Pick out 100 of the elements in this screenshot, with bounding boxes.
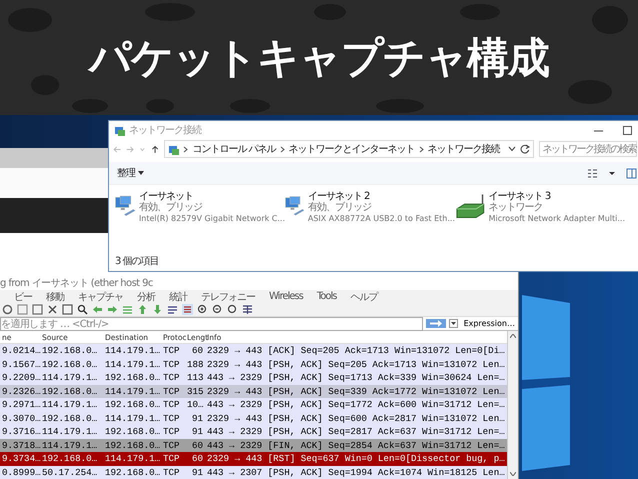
- table-cell-text: 91: [190, 412, 204, 424]
- caret-icon: [138, 171, 144, 175]
- connection-status: 有効、ブリッジ: [138, 202, 204, 213]
- right-arrow-icon[interactable]: [107, 304, 118, 315]
- maximize-icon[interactable]: [622, 124, 633, 136]
- packet-row[interactable]: 9.3716…114.179.1… 192.168.0… TCP 91 443 → 2329 [PSH, ACK] Seq=2817 Ack=637 Win=31712 Len=…: [0, 425, 507, 438]
- connection-status: ネットワーク: [488, 202, 544, 213]
- caret-icon: [450, 322, 456, 325]
- menu-item[interactable]: ヘルプ: [350, 290, 378, 304]
- item-count: 3 個の項目: [114, 255, 160, 269]
- packet-row[interactable]: 9.2326…192.168.0… 114.179.1… TCP 315 2329 → 443 [PSH, ACK] Seq=339 Ack=1772 Win=131072 Len…: [0, 384, 507, 398]
- gear-icon[interactable]: [2, 304, 13, 315]
- connection-item[interactable]: イーサネット 3 ネットワーク Microsoft Network Adapter Multi...: [455, 191, 625, 224]
- preview-pane-icon[interactable]: [626, 168, 637, 178]
- table-cell-text: 114.179.1…: [104, 386, 161, 397]
- banner-title: パケットキャプチャ構成: [89, 32, 549, 84]
- filter-field[interactable]: を適用します … <Ctrl-/>: [0, 316, 423, 330]
- table-cell-text: 9.2326…: [1, 386, 40, 397]
- table-cell-text: 192.168.0…: [41, 345, 98, 356]
- menu-item[interactable]: 移動: [46, 290, 64, 304]
- connection-item[interactable]: イーサネット 有効、ブリッジ Intel(R) 82579V Gigabit Network C...: [115, 191, 285, 224]
- down-arrow-icon[interactable]: [152, 304, 163, 315]
- menu-item[interactable]: Tools: [316, 291, 336, 302]
- table-cell-text: 9.3070…: [1, 412, 40, 424]
- table-cell-text: TCP: [162, 345, 181, 356]
- table-cell-text: 50.17.254…: [41, 466, 98, 478]
- table-cell-text: 60: [190, 345, 204, 356]
- table-cell-text: TCP: [162, 466, 181, 478]
- menu-item[interactable]: キャプチャ: [78, 290, 123, 304]
- organize-button[interactable]: 整理: [117, 166, 144, 180]
- view-options-icon[interactable]: [587, 168, 598, 178]
- caret-icon[interactable]: [508, 146, 516, 152]
- table-cell-text: 443 → 2329 [PSH, ACK] Seq=1713 Ack=339 Win=30624 Len=…: [206, 372, 506, 384]
- table-cell-text: TCP: [162, 386, 181, 397]
- table-cell-text: TCP: [162, 358, 181, 370]
- breadcrumb-item[interactable]: コントロール パネル: [192, 142, 276, 156]
- dropdown-button[interactable]: [448, 319, 458, 328]
- breadcrumb-item[interactable]: ネットワークとインターネット: [288, 142, 414, 156]
- zoom-in-icon[interactable]: [197, 304, 208, 315]
- table-cell-text: 114.179.1…: [41, 372, 98, 384]
- table-cell-text: 91: [190, 426, 204, 438]
- table-cell-text: TCP: [162, 453, 181, 464]
- table-cell-text: 9.3716…: [1, 426, 40, 438]
- table-cell-text: 60: [190, 453, 204, 464]
- up-arrow-icon[interactable]: [151, 144, 160, 154]
- packet-row[interactable]: 9.1567…192.168.0… 114.179.1… TCP 188 2329 → 443 [PSH, ACK] Seq=205 Ack=1713 Win=131072 Len…: [0, 358, 507, 371]
- packet-row[interactable]: 9.3070…192.168.0… 114.179.1… TCP 91 2329 → 443 [PSH, ACK] Seq=600 Ack=2817 Win=131072 Len…: [0, 412, 507, 425]
- close-icon[interactable]: [47, 304, 58, 315]
- table-cell-text: 113: [186, 372, 205, 384]
- table-cell-text: 192.168.0…: [104, 372, 161, 384]
- refresh-icon[interactable]: [520, 144, 530, 154]
- table-cell-text: 114.179.1…: [41, 399, 98, 410]
- search-field[interactable]: ネットワーク接続の検索: [538, 141, 637, 157]
- connection-name: イーサネット: [138, 191, 194, 202]
- scrollbar[interactable]: [507, 331, 518, 479]
- search-icon[interactable]: [77, 304, 88, 315]
- table-cell-text: 9.1567…: [1, 358, 40, 370]
- menu-item[interactable]: テレフォニー: [201, 290, 255, 304]
- table-cell-text: TCP: [162, 372, 181, 384]
- menu-item[interactable]: ビー: [14, 290, 32, 304]
- zoom-reset-icon[interactable]: [227, 304, 238, 315]
- table-cell-text: 443 → 2329 [PSH, ACK] Seq=2817 Ack=637 Win=31712 Len=…: [206, 426, 506, 438]
- packet-row[interactable]: 9.3734…192.168.0… 114.179.1… TCP 60 2329 → 443 [RST] Seq=637 Win=0 Len=0[Dissector bug, p…: [0, 452, 507, 466]
- address-bar[interactable]: コントロール パネル ネットワークとインターネット ネットワーク接続: [164, 140, 534, 158]
- menu-item[interactable]: 統計: [169, 290, 187, 304]
- table-cell-text: 91: [190, 466, 204, 478]
- packet-row[interactable]: 9.0214…192.168.0… 114.179.1… TCP 60 2329 → 443 [ACK] Seq=205 Ack=1713 Win=131072 Len=0[Di…: [0, 344, 507, 358]
- chevron-icon: [418, 146, 424, 152]
- window-title: ネットワーク接続: [129, 124, 201, 137]
- table-cell-text: 192.168.0…: [41, 358, 98, 370]
- table-cell-text: 9.3734…: [1, 453, 40, 464]
- table-cell-text: 443 → 2329 [FIN, ACK] Seq=2854 Ack=637 Win=31712 Len=…: [206, 440, 506, 451]
- menu-item[interactable]: 分析: [137, 290, 155, 304]
- packet-row[interactable]: 9.2209…114.179.1… 192.168.0… TCP 113 443 → 2329 [PSH, ACK] Seq=1713 Ack=339 Win=30624 Len=…: [0, 371, 507, 384]
- menu-item[interactable]: Wireless: [269, 291, 303, 302]
- table-cell-text: TCP: [162, 426, 181, 438]
- table-cell-text: 192.168.0…: [41, 412, 98, 424]
- table-cell-text: 114.179.1…: [104, 412, 161, 424]
- packet-row[interactable]: 9.2971…114.179.1… 192.168.0… TCP 10… 443 → 2329 [PSH, ACK] Seq=1772 Ack=600 Win=31712 Len=…: [0, 398, 507, 412]
- table-cell-text: TCP: [162, 399, 181, 410]
- table-cell-text: 9.3718…: [1, 440, 40, 451]
- table-cell-text: 60: [190, 440, 204, 451]
- table-cell-text: 2329 → 443 [PSH, ACK] Seq=205 Ack=1713 Win=131072 Len…: [206, 358, 506, 370]
- breadcrumb-item[interactable]: ネットワーク接続: [428, 142, 500, 156]
- table-cell-text: 2329 → 443 [RST] Seq=637 Win=0 Len=0[Dissector bug, p…: [206, 453, 506, 464]
- packet-row[interactable]: 9.3718…114.179.1… 192.168.0… TCP 60 443 → 2329 [FIN, ACK] Seq=2854 Ack=637 Win=31712 Len=…: [0, 438, 507, 452]
- left-arrow-icon[interactable]: [92, 304, 103, 315]
- zoom-out-icon[interactable]: [212, 304, 223, 315]
- window-title: g from イーサネット (ether host 9c: [0, 278, 154, 290]
- table-cell-text: 443 → 2307 [PSH, ACK] Seq=1994 Ack=1074 Win=18125 Len…: [206, 466, 506, 478]
- packet-row[interactable]: 0.8999…50.17.254… 192.168.0… TCP 91 443 → 2307 [PSH, ACK] Seq=1994 Ack=1074 Win=18125 Len…: [0, 466, 507, 479]
- table-cell-text: 114.179.1…: [104, 358, 161, 370]
- table-cell-text: 192.168.0…: [104, 466, 161, 478]
- connection-item[interactable]: イーサネット 2 有効、ブリッジ ASIX AX88772A USB2.0 to Fast Eth...: [285, 191, 455, 224]
- connection-name: イーサネット 2: [308, 191, 370, 202]
- network-folder-icon: [168, 144, 180, 154]
- table-cell-text: TCP: [162, 440, 181, 451]
- table-cell-text: 114.179.1…: [41, 440, 98, 451]
- colorize-icon[interactable]: [182, 304, 193, 315]
- expression-button[interactable]: Expression…: [460, 319, 518, 328]
